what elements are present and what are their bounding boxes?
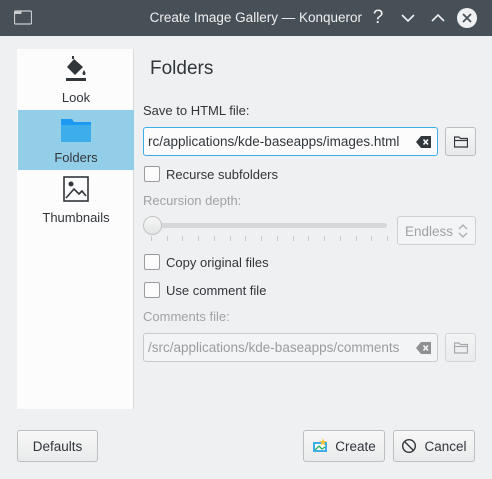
save-html-value: rc/applications/kde-baseapps/images.html: [148, 134, 400, 149]
slider-handle[interactable]: [143, 216, 162, 235]
save-html-input[interactable]: rc/applications/kde-baseapps/images.html: [143, 127, 438, 156]
sidebar-item-label: Folders: [54, 150, 98, 165]
save-html-label: Save to HTML file:: [143, 103, 250, 118]
slider-tick: [292, 236, 294, 241]
comments-file-value: /src/applications/kde-baseapps/comments: [148, 340, 400, 355]
sidebar-item-look[interactable]: Look: [18, 50, 134, 110]
comments-file-input[interactable]: /src/applications/kde-baseapps/comments: [143, 333, 438, 362]
folder-open-icon: [453, 341, 468, 354]
defaults-button[interactable]: Defaults: [17, 430, 98, 462]
browse-comments-button[interactable]: [445, 333, 476, 362]
slider-tick: [182, 236, 184, 241]
recursion-depth-spinbox[interactable]: Endless: [397, 216, 476, 245]
image-icon: [63, 176, 89, 202]
recursion-depth-slider[interactable]: [143, 215, 389, 245]
folder-icon: [61, 119, 91, 142]
spin-arrows-icon[interactable]: [458, 223, 468, 239]
help-icon: ?: [372, 7, 384, 28]
comments-file-label: Comments file:: [143, 309, 230, 324]
use-comment-checkbox[interactable]: Use comment file: [144, 281, 266, 299]
sidebar-item-folders[interactable]: Folders: [18, 110, 134, 170]
slider-ticks: [151, 236, 388, 242]
slider-tick: [339, 236, 341, 241]
checkbox-box[interactable]: [144, 282, 160, 298]
clear-text-icon[interactable]: [416, 135, 432, 149]
slider-tick: [324, 236, 326, 241]
chevron-up-icon: [431, 13, 445, 22]
recurse-subfolders-checkbox[interactable]: Recurse subfolders: [144, 165, 278, 183]
slider-tick: [229, 236, 231, 241]
minimize-button[interactable]: [397, 7, 419, 29]
cancel-icon: [402, 438, 417, 454]
browse-html-button[interactable]: [445, 127, 476, 156]
copy-original-checkbox[interactable]: Copy original files: [144, 253, 269, 271]
slider-tick: [387, 236, 388, 241]
chevron-down-icon: [401, 14, 415, 23]
title-bar: Create Image Gallery — Konqueror ?: [0, 0, 492, 36]
slider-tick: [198, 236, 200, 241]
maximize-button[interactable]: [427, 7, 449, 29]
checkbox-box[interactable]: [144, 254, 160, 270]
checkbox-label: Recurse subfolders: [166, 166, 278, 182]
sidebar-item-label: Look: [61, 90, 91, 105]
close-icon: [457, 8, 477, 28]
slider-tick: [308, 236, 310, 241]
checkbox-label: Use comment file: [166, 282, 267, 298]
slider-tick: [213, 236, 215, 241]
folder-open-icon: [453, 135, 468, 148]
slider-tick: [371, 236, 373, 241]
sidebar-item-thumbnails[interactable]: Thumbnails: [18, 170, 134, 230]
recursion-depth-label: Recursion depth:: [143, 193, 242, 208]
spinbox-value: Endless: [405, 224, 454, 239]
window-title: Create Image Gallery — Konqueror: [149, 10, 362, 25]
checkbox-box[interactable]: [144, 166, 160, 182]
cancel-button-label: Cancel: [424, 438, 467, 454]
sidebar-item-label: Thumbnails: [42, 210, 110, 225]
slider-tick: [276, 236, 278, 241]
help-button[interactable]: ?: [367, 7, 389, 29]
slider-tick: [166, 236, 168, 241]
checkbox-label: Copy original files: [166, 254, 269, 270]
slider-tick: [245, 236, 247, 241]
slider-groove: [149, 223, 387, 228]
create-button-label: Create: [335, 438, 376, 454]
slider-tick: [151, 236, 152, 241]
clear-text-icon[interactable]: [416, 341, 432, 355]
close-button[interactable]: [456, 7, 478, 29]
cancel-button[interactable]: Cancel: [393, 430, 475, 462]
slider-tick: [261, 236, 263, 241]
paint-bucket-icon: [66, 56, 86, 81]
page-title: Folders: [150, 58, 214, 79]
defaults-button-label: Defaults: [32, 438, 83, 454]
page-list: Look Folders Thumbnails: [17, 49, 134, 409]
create-gallery-icon: [313, 438, 328, 452]
create-button[interactable]: Create: [303, 430, 385, 462]
slider-tick: [355, 236, 357, 241]
